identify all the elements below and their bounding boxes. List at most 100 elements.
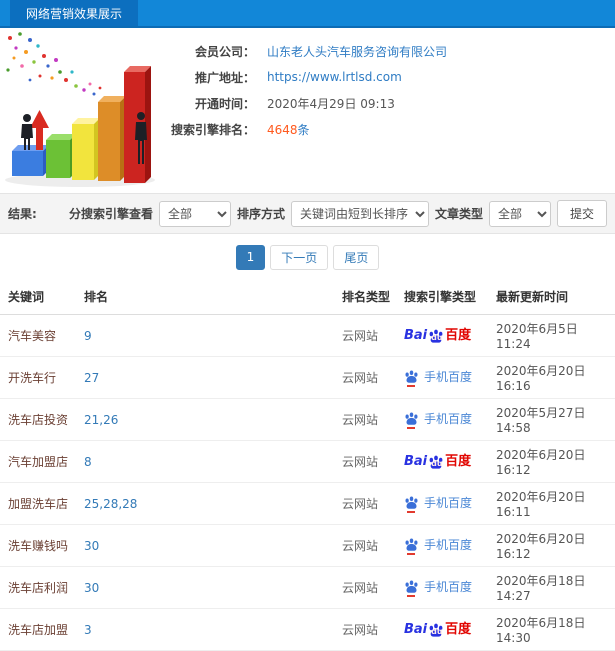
engine-rank-count-value: 4648条 [267, 121, 310, 138]
rank-link[interactable]: 30 [84, 539, 99, 553]
updated-cell: 2020年6月18日 14:30 [492, 608, 615, 651]
table-row: 汽车加盟店 8 云网站 Bai du 百度 2020年6月20日 16:12 [0, 440, 615, 483]
rank-cell: 9 [80, 314, 338, 357]
rank-link[interactable]: 30 [84, 581, 99, 595]
mobile-baidu-paw-icon [404, 411, 419, 429]
rank-type-cell: 云网站 [338, 566, 400, 609]
table-row: 汽车美容 9 云网站 Bai du 百度 2020年6月5日 11:24 [0, 314, 615, 357]
table-row: 洗车店加盟 3 云网站 Bai du 百度 2020年6月18日 14:30 [0, 608, 615, 651]
rank-link[interactable]: 9 [84, 329, 92, 343]
keyword-cell: 开洗车行 [0, 356, 80, 399]
rank-cell: 30 [80, 566, 338, 609]
bar-yellow [72, 118, 100, 180]
rank-type-cell: 云网站 [338, 398, 400, 441]
open-time-value: 2020年4月29日 09:13 [267, 96, 395, 111]
table-row: 加盟洗车店 25,28,28 云网站 手机百度 2020年6月20日 16:11 [0, 482, 615, 525]
page-button-next[interactable]: 下一页 [270, 244, 329, 270]
mobile-baidu-logo-icon: 手机百度 [404, 368, 472, 387]
article-type-select[interactable]: 全部 [488, 200, 551, 227]
page-button-last[interactable]: 尾页 [333, 244, 380, 270]
engine-rank-count-label: 搜索引擎排名： [170, 122, 255, 137]
mobile-baidu-paw-icon [404, 579, 419, 597]
rank-cell: 30 [80, 524, 338, 567]
engine-cell: 手机百度 [400, 482, 492, 525]
baidu-paw-icon: du [428, 454, 444, 470]
account-info-rows: 会员公司： 山东老人头汽车服务咨询有限公司 推广地址： https://www.… [160, 28, 615, 191]
keyword-cell: 洗车店投资 [0, 398, 80, 441]
sort-filter-select[interactable]: 关键词由短到长排序 [290, 200, 429, 227]
rank-link[interactable]: 25,28,28 [84, 497, 137, 511]
member-company-link[interactable]: 山东老人头汽车服务咨询有限公司 [267, 43, 447, 60]
keyword-cell: 洗车赚钱吗 [0, 524, 80, 567]
promo-url-label: 推广地址： [194, 70, 255, 85]
updated-cell: 2020年6月20日 16:16 [492, 356, 615, 399]
engine-cell: 手机百度 [400, 566, 492, 609]
table-row: 洗车赚钱吗 30 云网站 手机百度 2020年6月20日 16:12 [0, 524, 615, 567]
baidu-paw-icon: du [428, 328, 444, 344]
table-row: 洗车店利润 30 云网站 手机百度 2020年6月18日 14:27 [0, 566, 615, 609]
promo-url-row: 推广地址： https://www.lrtlsd.com [160, 64, 615, 90]
updated-cell: 2020年6月18日 14:27 [492, 566, 615, 609]
updated-cell: 2020年6月5日 11:24 [492, 314, 615, 357]
result-label: 结果: [8, 207, 37, 221]
rank-type-cell: 云网站 [338, 314, 400, 357]
engine-rank-count-row: 搜索引擎排名： 4648条 [160, 116, 615, 142]
filter-controls: 分搜索引擎查看 全部 排序方式 关键词由短到长排序 文章类型 全部 提交 [69, 200, 607, 227]
keyword-cell: 洗车店加盟 [0, 608, 80, 651]
rank-cell: 25,28,28 [80, 482, 338, 525]
page-title: 网络营销效果展示 [10, 0, 139, 26]
rank-cell: 8 [80, 440, 338, 483]
rank-type-cell: 云网站 [338, 608, 400, 651]
updated-cell: 2020年6月20日 16:12 [492, 524, 615, 567]
engine-cell: Bai du 百度 [400, 314, 492, 357]
rank-type-cell: 云网站 [338, 440, 400, 483]
table-row: 洗车店投资 21,26 云网站 手机百度 2020年5月27日 14:58 [0, 398, 615, 441]
submit-button[interactable]: 提交 [556, 200, 607, 227]
header-rank-type: 排名类型 [338, 280, 400, 315]
engine-cell: 手机百度 [400, 524, 492, 567]
keyword-cell: 汽车加盟店 [0, 440, 80, 483]
rank-cell: 21,26 [80, 398, 338, 441]
engine-cell: 手机百度 [400, 356, 492, 399]
rank-type-cell: 云网站 [338, 524, 400, 567]
mobile-baidu-paw-icon [404, 537, 419, 555]
keyword-cell: 加盟洗车店 [0, 482, 80, 525]
rank-link[interactable]: 27 [84, 371, 99, 385]
open-time-label: 开通时间： [194, 96, 255, 111]
keyword-rank-table: 关键词 排名 排名类型 搜索引擎类型 最新更新时间 汽车美容 9 云网站 Bai du 百… [0, 280, 615, 651]
keyword-cell: 汽车美容 [0, 314, 80, 357]
rank-link[interactable]: 8 [84, 455, 92, 469]
mobile-baidu-paw-icon [404, 369, 419, 387]
rank-type-cell: 云网站 [338, 356, 400, 399]
bar-orange [98, 96, 126, 181]
promo-url-link[interactable]: https://www.lrtlsd.com [267, 70, 402, 84]
header-keyword: 关键词 [0, 280, 80, 315]
member-company-row: 会员公司： 山东老人头汽车服务咨询有限公司 [160, 38, 615, 64]
rank-cell: 27 [80, 356, 338, 399]
baidu-logo-icon: Bai du 百度 [404, 454, 472, 470]
table-body: 汽车美容 9 云网站 Bai du 百度 2020年6月5日 11:24 开洗车行 27 云网站手… [0, 314, 615, 651]
updated-cell: 2020年5月27日 14:58 [492, 398, 615, 441]
open-time-row: 开通时间： 2020年4月29日 09:13 [160, 90, 615, 116]
baidu-paw-icon: du [428, 622, 444, 638]
page-button-current[interactable]: 1 [235, 244, 266, 270]
mobile-baidu-paw-icon [404, 495, 419, 513]
account-info-section: 会员公司： 山东老人头汽车服务咨询有限公司 推广地址： https://www.… [0, 28, 615, 191]
keyword-cell: 洗车店利润 [0, 566, 80, 609]
engine-cell: Bai du 百度 [400, 440, 492, 483]
engine-filter-select[interactable]: 全部 [158, 200, 231, 227]
rank-link[interactable]: 21,26 [84, 413, 118, 427]
table-header-row: 关键词 排名 排名类型 搜索引擎类型 最新更新时间 [0, 280, 615, 315]
rank-link[interactable]: 3 [84, 623, 92, 637]
businessman-left [21, 114, 33, 150]
growth-chart-illustration [5, 32, 155, 187]
bar-blue [12, 145, 49, 176]
engine-cell: Bai du 百度 [400, 608, 492, 651]
baidu-logo-icon: Bai du 百度 [404, 328, 472, 344]
rank-cell: 3 [80, 608, 338, 651]
rank-type-cell: 云网站 [338, 482, 400, 525]
filter-toolbar: 结果: 分搜索引擎查看 全部 排序方式 关键词由短到长排序 文章类型 全部 提交 [0, 193, 615, 234]
bar-green [46, 134, 76, 178]
member-company-label: 会员公司： [194, 44, 255, 59]
mobile-baidu-logo-icon: 手机百度 [404, 494, 472, 513]
